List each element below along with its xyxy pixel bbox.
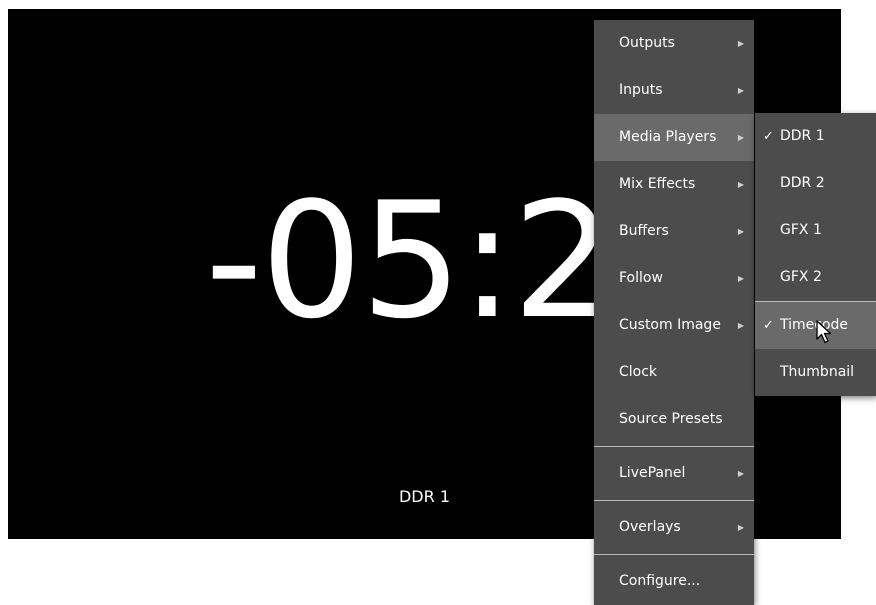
menu-item-media-players[interactable]: Media Players ▶ (594, 114, 754, 161)
checkmark-icon: ✓ (763, 318, 774, 333)
submenu-item-label: DDR 1 (780, 128, 825, 144)
menu-item-clock[interactable]: Clock (594, 349, 754, 396)
menu-item-label: Source Presets (619, 411, 723, 427)
submenu-arrow-icon: ▶ (737, 523, 744, 532)
menu-item-label: Inputs (619, 82, 663, 98)
submenu-item-label: DDR 2 (780, 175, 825, 191)
menu-item-label: Overlays (619, 519, 681, 535)
menu-item-configure[interactable]: Configure... (594, 558, 754, 605)
menu-item-label: Outputs (619, 35, 675, 51)
menu-item-inputs[interactable]: Inputs ▶ (594, 67, 754, 114)
submenu-arrow-icon: ▶ (737, 180, 744, 189)
menu-item-label: Follow (619, 270, 663, 286)
submenu-item-ddr2[interactable]: DDR 2 (755, 160, 876, 207)
submenu-arrow-icon: ▶ (737, 274, 744, 283)
menu-item-overlays[interactable]: Overlays ▶ (594, 504, 754, 551)
submenu-item-ddr1[interactable]: ✓ DDR 1 (755, 113, 876, 160)
menu-item-label: Mix Effects (619, 176, 696, 192)
submenu-arrow-icon: ▶ (737, 86, 744, 95)
menu-item-label: LivePanel (619, 465, 686, 481)
submenu-item-thumbnail[interactable]: Thumbnail (755, 349, 876, 396)
submenu-arrow-icon: ▶ (737, 39, 744, 48)
menu-item-label: Configure... (619, 573, 701, 589)
submenu-item-gfx1[interactable]: GFX 1 (755, 207, 876, 254)
menu-item-label: Custom Image (619, 317, 721, 333)
mouse-pointer-icon (816, 320, 832, 344)
submenu-item-gfx2[interactable]: GFX 2 (755, 254, 876, 301)
submenu-item-label: Timecode (780, 317, 849, 333)
menu-item-follow[interactable]: Follow ▶ (594, 255, 754, 302)
menu-separator (594, 446, 754, 447)
submenu-item-label: Thumbnail (780, 364, 855, 380)
timecode-display: -05:2 (205, 167, 614, 354)
menu-item-buffers[interactable]: Buffers ▶ (594, 208, 754, 255)
media-players-submenu: ✓ DDR 1 DDR 2 GFX 1 GFX 2 ✓ Timecode Thu… (755, 113, 876, 396)
submenu-item-label: GFX 1 (780, 222, 822, 238)
submenu-arrow-icon: ▶ (737, 321, 744, 330)
menu-item-outputs[interactable]: Outputs ▶ (594, 20, 754, 67)
menu-item-source-presets[interactable]: Source Presets (594, 396, 754, 443)
menu-item-label: Media Players (619, 129, 717, 145)
menu-item-livepanel[interactable]: LivePanel ▶ (594, 450, 754, 497)
submenu-arrow-icon: ▶ (737, 227, 744, 236)
submenu-arrow-icon: ▶ (737, 133, 744, 142)
submenu-item-label: GFX 2 (780, 269, 822, 285)
context-menu: Outputs ▶ Inputs ▶ Media Players ▶ Mix E… (594, 20, 754, 605)
submenu-arrow-icon: ▶ (737, 469, 744, 478)
menu-item-label: Buffers (619, 223, 669, 239)
menu-item-custom-image[interactable]: Custom Image ▶ (594, 302, 754, 349)
menu-separator (594, 554, 754, 555)
checkmark-icon: ✓ (763, 129, 774, 144)
menu-item-mix-effects[interactable]: Mix Effects ▶ (594, 161, 754, 208)
menu-separator (594, 500, 754, 501)
menu-item-label: Clock (619, 364, 658, 380)
